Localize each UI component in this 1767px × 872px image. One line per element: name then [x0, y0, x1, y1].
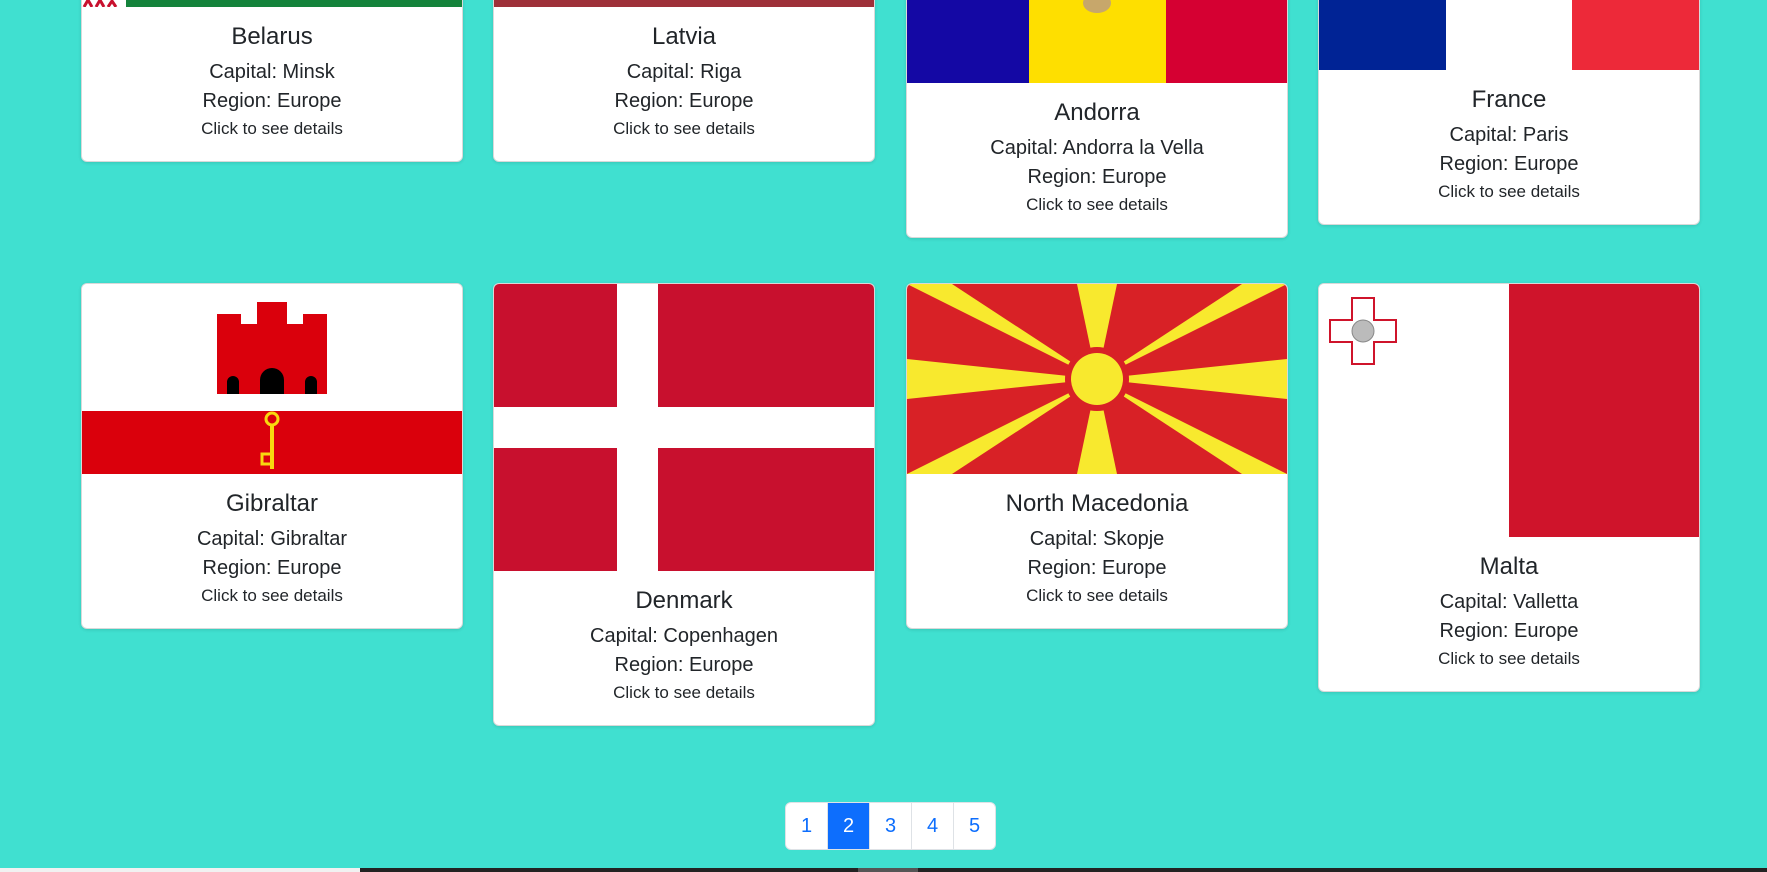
- country-region: Region: Europe: [1439, 620, 1579, 642]
- pagination: 1 2 3 4 5: [785, 802, 996, 850]
- country-name: Latvia: [651, 23, 717, 50]
- country-name: Gibraltar: [225, 490, 319, 517]
- scrollbar-thumb[interactable]: [858, 868, 918, 872]
- country-capital: Capital: Gibraltar: [196, 528, 348, 550]
- flag-denmark-image: [494, 284, 874, 571]
- country-region: Region: Europe: [202, 557, 342, 579]
- details-link[interactable]: Click to see details: [504, 683, 864, 703]
- country-capital: Capital: Valletta: [1439, 591, 1579, 613]
- country-card-latvia[interactable]: Latvia Capital: Riga Region: Europe Clic…: [493, 0, 875, 162]
- details-link[interactable]: Click to see details: [1329, 649, 1689, 669]
- country-capital: Capital: Copenhagen: [590, 625, 778, 647]
- page-button-4[interactable]: 4: [911, 803, 953, 849]
- flag-andorra-image: [907, 0, 1287, 83]
- country-region: Region: Europe: [1027, 557, 1167, 579]
- country-card-france[interactable]: France Capital: Paris Region: Europe Cli…: [1318, 0, 1700, 225]
- flag-latvia-image: [494, 0, 874, 7]
- details-link[interactable]: Click to see details: [917, 586, 1277, 606]
- country-name: North Macedonia: [1005, 490, 1189, 517]
- flag-france-image: [1319, 0, 1699, 70]
- country-region: Region: Europe: [1027, 166, 1167, 188]
- country-region: Region: Europe: [202, 90, 342, 112]
- scrollbar-track: [0, 868, 360, 872]
- flag-gibraltar-image: [82, 284, 462, 474]
- details-link[interactable]: Click to see details: [92, 119, 452, 139]
- page-button-2[interactable]: 2: [827, 803, 869, 849]
- page-button-1[interactable]: 1: [786, 803, 827, 849]
- page-button-5[interactable]: 5: [953, 803, 995, 849]
- country-card-gibraltar[interactable]: Gibraltar Capital: Gibraltar Region: Eur…: [81, 283, 463, 629]
- country-card-north-macedonia[interactable]: North Macedonia Capital: Skopje Region: …: [906, 283, 1288, 629]
- country-region: Region: Europe: [614, 90, 754, 112]
- country-capital: Capital: Paris: [1449, 124, 1569, 146]
- country-capital: Capital: Riga: [626, 61, 742, 83]
- flag-belarus-image: [82, 0, 462, 7]
- horizontal-scrollbar[interactable]: [0, 868, 1767, 872]
- details-link[interactable]: Click to see details: [504, 119, 864, 139]
- country-card-andorra[interactable]: Andorra Capital: Andorra la Vella Region…: [906, 0, 1288, 238]
- country-name: Malta: [1479, 553, 1539, 580]
- country-card-belarus[interactable]: Belarus Capital: Minsk Region: Europe Cl…: [81, 0, 463, 162]
- country-capital: Capital: Minsk: [209, 61, 335, 83]
- flag-malta-image: [1319, 284, 1699, 537]
- country-capital: Capital: Skopje: [1029, 528, 1165, 550]
- country-region: Region: Europe: [1439, 153, 1579, 175]
- country-card-malta[interactable]: Malta Capital: Valletta Region: Europe C…: [1318, 283, 1700, 692]
- country-name: Belarus: [231, 23, 313, 50]
- country-card-denmark[interactable]: Denmark Capital: Copenhagen Region: Euro…: [493, 283, 875, 726]
- country-name: Andorra: [1054, 99, 1140, 126]
- country-name: Denmark: [635, 587, 733, 614]
- page-button-3[interactable]: 3: [869, 803, 911, 849]
- country-region: Region: Europe: [614, 654, 754, 676]
- country-name: France: [1471, 86, 1547, 113]
- details-link[interactable]: Click to see details: [917, 195, 1277, 215]
- details-link[interactable]: Click to see details: [1329, 182, 1689, 202]
- flag-north-macedonia-image: [907, 284, 1287, 474]
- details-link[interactable]: Click to see details: [92, 586, 452, 606]
- country-capital: Capital: Andorra la Vella: [990, 137, 1204, 159]
